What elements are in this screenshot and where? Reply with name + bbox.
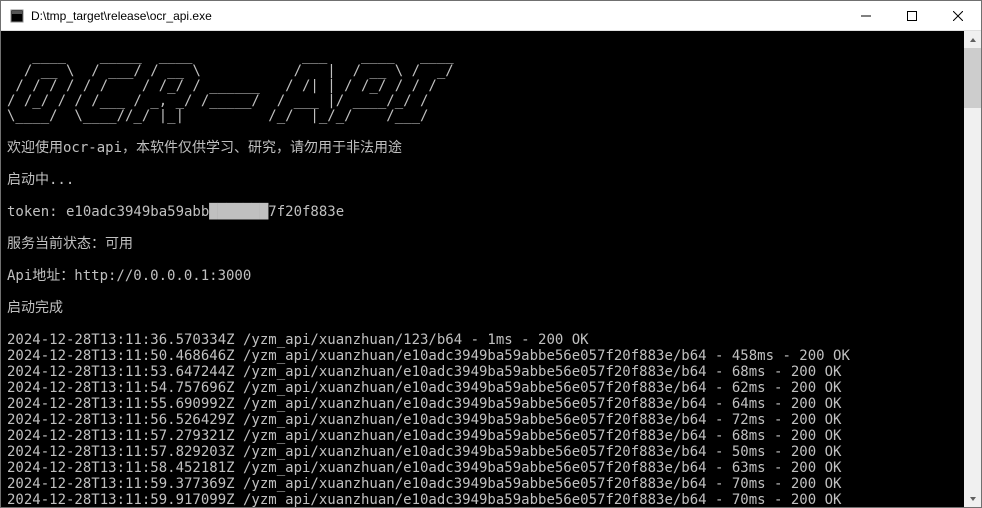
minimize-button[interactable] bbox=[843, 1, 889, 30]
log-line: 2024-12-28T13:11:59.377369Z /yzm_api/xua… bbox=[7, 476, 960, 492]
vertical-scrollbar[interactable] bbox=[964, 31, 981, 507]
token-line: token: e10adc3949ba59abb███████7f20f883e bbox=[7, 204, 960, 220]
log-line: 2024-12-28T13:11:56.526429Z /yzm_api/xua… bbox=[7, 412, 960, 428]
log-line: 2024-12-28T13:11:58.452181Z /yzm_api/xua… bbox=[7, 460, 960, 476]
log-line: 2024-12-28T13:11:36.570334Z /yzm_api/xua… bbox=[7, 332, 960, 348]
maximize-button[interactable] bbox=[889, 1, 935, 30]
close-button[interactable] bbox=[935, 1, 981, 30]
titlebar[interactable]: D:\tmp_target\release\ocr_api.exe bbox=[1, 1, 981, 31]
console-area: ____ _____ ____ ___ ____ ____ / __ \ / _… bbox=[1, 31, 981, 507]
api-address-line: Api地址：http://0.0.0.0.1:3000 bbox=[7, 268, 960, 284]
window-title: D:\tmp_target\release\ocr_api.exe bbox=[31, 9, 843, 23]
startup-done-line: 启动完成 bbox=[7, 300, 960, 316]
scrollbar-up-button[interactable] bbox=[964, 31, 981, 48]
ascii-logo: ____ _____ ____ ___ ____ ____ / __ \ / _… bbox=[7, 49, 960, 124]
scrollbar-down-button[interactable] bbox=[964, 490, 981, 507]
starting-line: 启动中... bbox=[7, 172, 960, 188]
app-window: D:\tmp_target\release\ocr_api.exe ____ _… bbox=[0, 0, 982, 508]
log-line: 2024-12-28T13:11:54.757696Z /yzm_api/xua… bbox=[7, 380, 960, 396]
console-output[interactable]: ____ _____ ____ ___ ____ ____ / __ \ / _… bbox=[1, 31, 964, 507]
scrollbar-thumb[interactable] bbox=[964, 48, 981, 108]
log-lines: 2024-12-28T13:11:36.570334Z /yzm_api/xua… bbox=[7, 332, 960, 507]
status-line: 服务当前状态：可用 bbox=[7, 236, 960, 252]
log-line: 2024-12-28T13:11:59.917099Z /yzm_api/xua… bbox=[7, 492, 960, 507]
log-line: 2024-12-28T13:11:55.690992Z /yzm_api/xua… bbox=[7, 396, 960, 412]
log-line: 2024-12-28T13:11:50.468646Z /yzm_api/xua… bbox=[7, 348, 960, 364]
log-line: 2024-12-28T13:11:57.829203Z /yzm_api/xua… bbox=[7, 444, 960, 460]
log-line: 2024-12-28T13:11:53.647244Z /yzm_api/xua… bbox=[7, 364, 960, 380]
window-controls bbox=[843, 1, 981, 30]
app-icon bbox=[9, 8, 25, 24]
welcome-line: 欢迎使用ocr-api，本软件仅供学习、研究，请勿用于非法用途 bbox=[7, 140, 960, 156]
log-line: 2024-12-28T13:11:57.279321Z /yzm_api/xua… bbox=[7, 428, 960, 444]
